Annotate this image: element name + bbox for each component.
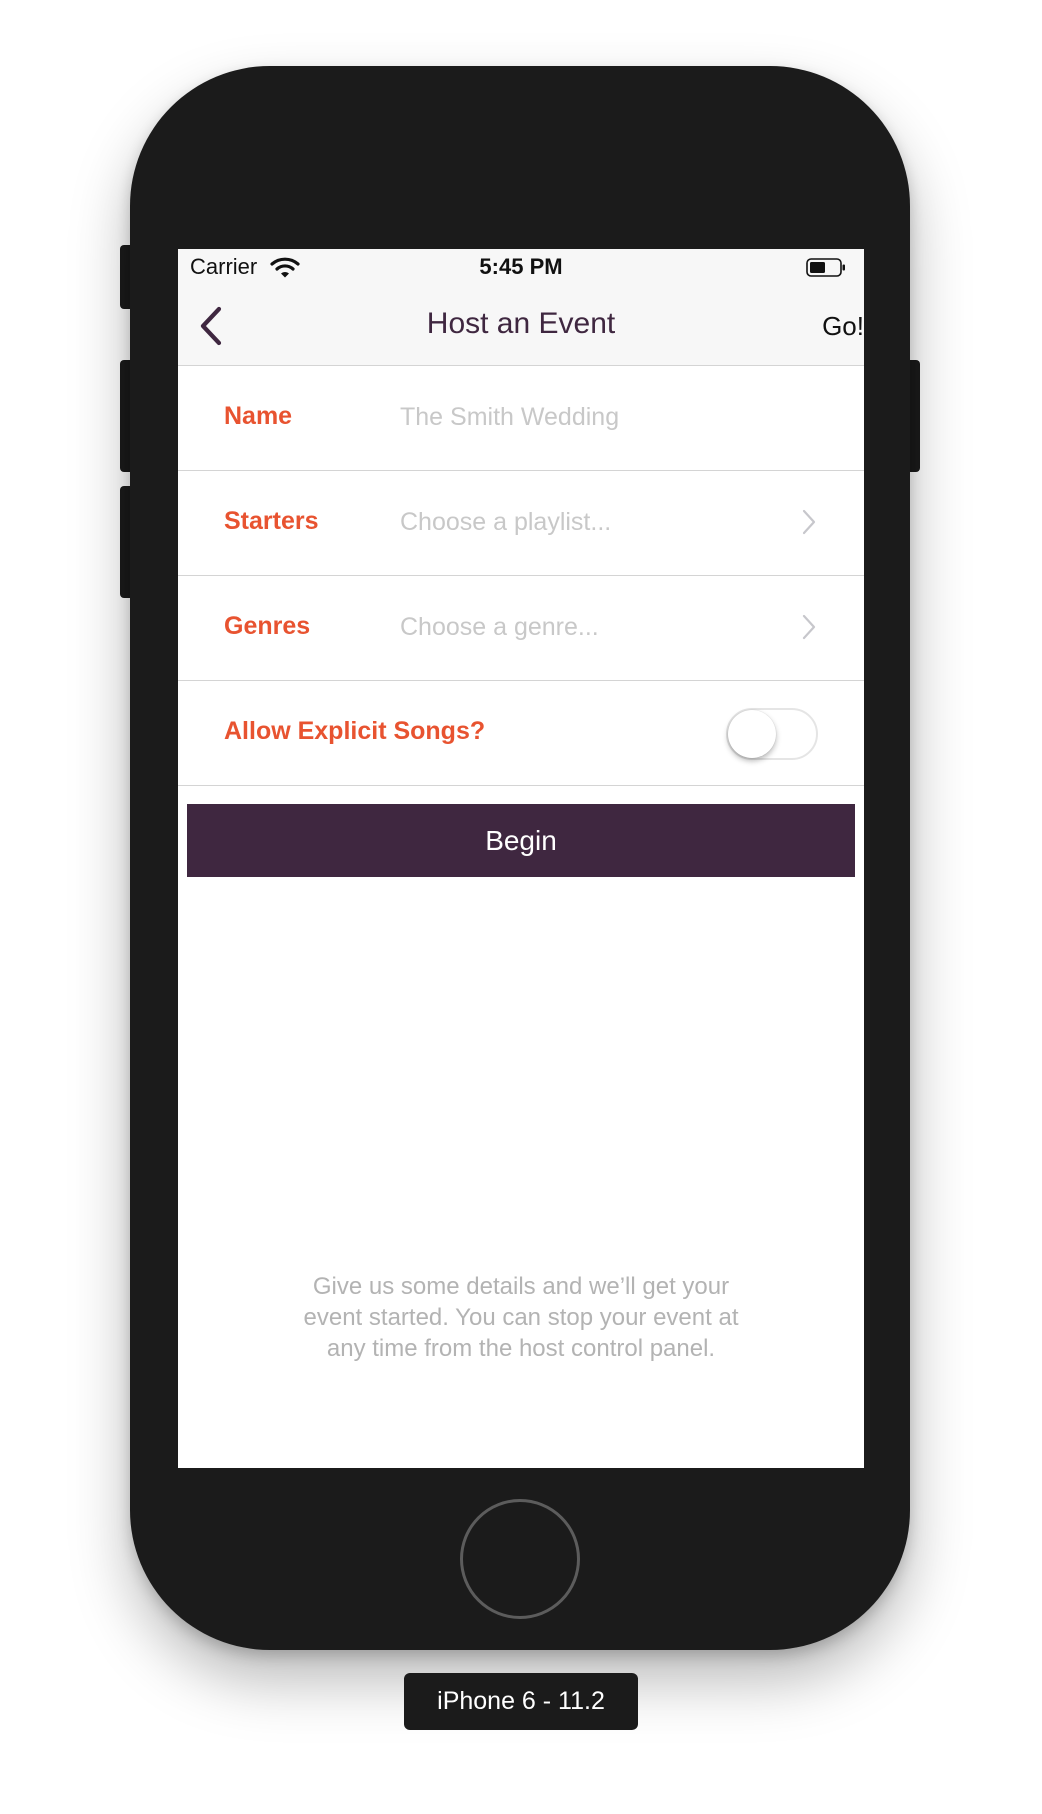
starters-label: Starters [224, 507, 319, 535]
genres-value: Choose a genre... [400, 613, 599, 641]
genres-label: Genres [224, 612, 311, 640]
name-row[interactable]: Name The Smith Wedding [178, 366, 864, 471]
genres-row[interactable]: Genres Choose a genre... [178, 576, 864, 681]
starters-row[interactable]: Starters Choose a playlist... [178, 471, 864, 576]
status-bar: Carrier 5:45 PM [178, 249, 864, 287]
chevron-right-icon [802, 509, 816, 535]
chevron-right-icon [802, 614, 816, 640]
name-label: Name [224, 402, 293, 430]
page-title: Host an Event [426, 307, 616, 340]
go-button[interactable]: Go! [822, 311, 864, 342]
explicit-toggle[interactable] [726, 708, 818, 760]
begin-button[interactable]: Begin [187, 804, 855, 877]
status-time: 5:45 PM [479, 254, 563, 279]
battery-icon [806, 258, 845, 277]
device-label: iPhone 6 - 11.2 [404, 1673, 638, 1730]
home-button[interactable] [460, 1499, 580, 1619]
app-screen: Carrier 5:45 PM Host an Event Go! Name T… [178, 249, 864, 1468]
info-text: Give us some details and we’ll get your … [303, 1273, 739, 1362]
toggle-knob [728, 710, 776, 758]
explicit-row: Allow Explicit Songs? [178, 681, 864, 786]
starters-value: Choose a playlist... [400, 508, 612, 536]
navigation-bar: Host an Event Go! [178, 287, 864, 366]
name-field[interactable]: The Smith Wedding [400, 403, 619, 432]
explicit-label: Allow Explicit Songs? [224, 717, 486, 745]
